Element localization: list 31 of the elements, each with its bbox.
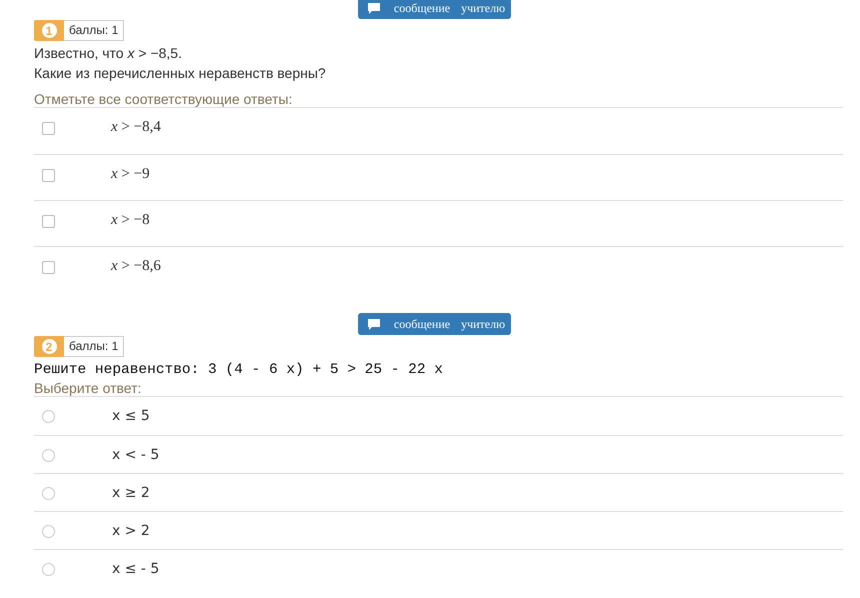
message-teacher-button[interactable]: сообщение учителю xyxy=(358,313,512,335)
radio-button[interactable] xyxy=(42,449,55,462)
checkbox[interactable] xyxy=(42,169,55,182)
answer-option: x ≥ 2 xyxy=(112,485,150,501)
answer-option: x < - 5 xyxy=(112,447,160,463)
radio-button[interactable] xyxy=(42,487,55,500)
radio-button[interactable] xyxy=(42,563,55,576)
answer-option: x > −8 xyxy=(111,212,150,229)
answer-option: x > −8,4 xyxy=(111,119,161,136)
question-text: Какие из перечисленных неравенств верны? xyxy=(34,65,327,81)
points-label: баллы: 1 xyxy=(64,20,124,41)
answer-prompt: Отметьте все соответствующие ответы: xyxy=(34,91,294,107)
speech-bubble-icon xyxy=(368,318,380,330)
checkbox[interactable] xyxy=(42,215,55,228)
answer-prompt: Выберите ответ: xyxy=(34,380,142,396)
speech-bubble-icon xyxy=(368,2,380,14)
checkbox[interactable] xyxy=(42,122,55,135)
answer-option: x > −8,6 xyxy=(111,258,161,275)
checkbox[interactable] xyxy=(42,261,55,274)
answer-option: x ≤ - 5 xyxy=(112,561,160,577)
message-teacher-button[interactable]: сообщение учителю xyxy=(358,0,512,19)
question-number: 2 xyxy=(34,336,64,357)
radio-button[interactable] xyxy=(42,525,55,538)
radio-button[interactable] xyxy=(42,410,55,423)
answer-option: x > −9 xyxy=(111,166,150,183)
answer-option: x ≤ 5 xyxy=(112,408,150,424)
points-label: баллы: 1 xyxy=(64,336,124,357)
question-number: 1 xyxy=(34,20,64,41)
question-text: Решите неравенство: 3 (4 - 6 x) + 5 > 25 - 22 x xyxy=(34,362,444,378)
answer-option: x > 2 xyxy=(112,523,150,539)
question-text: Известно, что x > −8,5. xyxy=(34,45,183,61)
